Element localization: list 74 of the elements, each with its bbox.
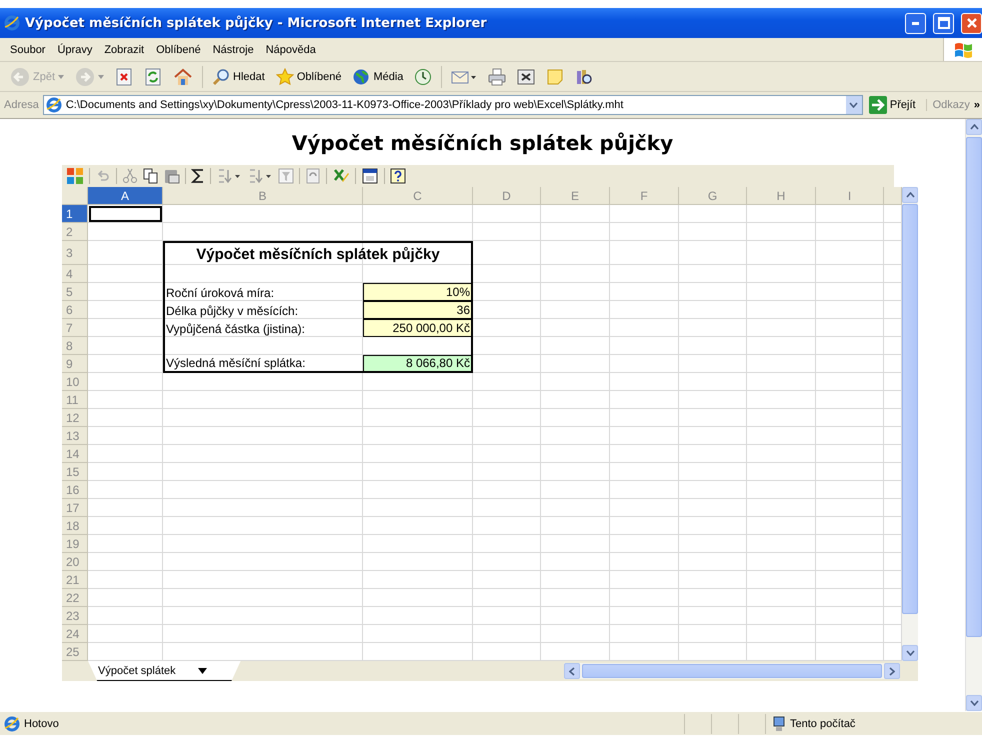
column-header[interactable]: C [363,187,473,205]
close-button[interactable] [961,12,982,34]
minimize-icon [912,22,919,24]
row-header[interactable]: 1 [62,205,88,223]
column-header[interactable]: G [679,187,747,205]
help-icon[interactable] [390,168,406,184]
stop-icon[interactable] [115,68,134,86]
zone-text: Tento počítač [790,718,856,730]
printer-icon[interactable] [488,68,506,86]
table-title: Výpočet měsíčních splátek půjčky [163,241,473,265]
links-button[interactable]: Odkazy [926,99,970,111]
research-icon[interactable] [575,68,594,86]
minimize-button[interactable] [905,12,926,34]
menu-item[interactable]: Úpravy [51,44,98,56]
column-header[interactable]: E [541,187,610,205]
media-button[interactable]: Média [348,66,408,88]
go-arrow-icon [868,96,887,114]
windows-logo-icon [953,40,973,58]
column-header[interactable]: I [816,187,884,205]
address-field[interactable]: C:\Documents and Settings\xy\Dokumenty\Cpress\2003-11-K0973-Office-2003\Příklady pro web\Excel\Splátky.mht [42,95,863,115]
favorites-button[interactable]: Oblíbené [272,66,346,88]
page-icon [4,15,20,31]
refresh-icon[interactable] [144,68,162,86]
menu-item[interactable]: Nápověda [260,44,322,56]
window-title: Výpočet měsíčních splátek půjčky - Microsoft Internet Explorer [25,16,488,30]
menu-item[interactable]: Nástroje [206,44,260,56]
sort-ascending-icon[interactable] [216,168,242,184]
more-button[interactable]: » [974,99,982,111]
result-cell: 8 066,80 Kč [363,355,473,373]
copy-icon[interactable] [143,168,159,184]
search-button[interactable]: Hledat [208,66,269,88]
vertical-scrollbar[interactable] [965,119,982,711]
page-icon [4,716,20,732]
star-icon[interactable] [276,68,294,86]
office-logo-icon[interactable] [66,167,84,185]
horizontal-scrollbar[interactable] [564,663,900,679]
column-header[interactable]: F [610,187,679,205]
sheet-tab[interactable]: Výpočet splátek [88,661,241,681]
note-icon[interactable] [546,68,564,86]
input-cell[interactable]: 36 [363,301,473,319]
close-icon [966,17,978,29]
commands-icon[interactable] [361,167,379,185]
active-cell[interactable] [88,205,163,223]
status-text: Hotovo [24,718,59,730]
row-label: Výsledná měsíční splátka: [163,355,363,373]
home-icon[interactable] [173,66,194,86]
search-icon[interactable] [212,68,230,86]
menu-item[interactable]: Soubor [4,44,52,56]
column-header[interactable]: D [473,187,541,205]
sort-descending-icon[interactable] [247,168,273,184]
sum-icon[interactable] [191,168,205,184]
caret-icon [198,668,207,674]
scissors-icon[interactable] [122,168,138,184]
menu-item[interactable]: Oblíbené [150,44,207,56]
globe-icon[interactable] [352,68,370,86]
maximize-icon [938,17,950,29]
column-header[interactable]: B [163,187,363,205]
input-cell[interactable]: 10% [363,283,473,301]
go-button[interactable]: Přejít [866,96,922,114]
input-cell[interactable]: 250 000,00 Kč [363,319,473,337]
computer-icon [772,716,786,732]
menu-item[interactable]: Zobrazit [98,44,150,56]
column-header[interactable]: A [88,187,163,205]
sheet-vertical-scrollbar[interactable] [902,187,918,661]
page-icon [46,97,62,113]
page-heading: Výpočet měsíčních splátek půjčky [290,131,674,157]
clipboard-icon[interactable] [164,168,180,184]
filter-icon[interactable] [278,168,294,184]
refresh-data-icon[interactable] [305,168,321,184]
maximize-button[interactable] [933,12,954,34]
document-icon[interactable] [517,68,536,86]
column-header[interactable]: H [747,187,816,205]
history-icon[interactable] [414,68,432,86]
address-label: Adresa [4,99,39,111]
